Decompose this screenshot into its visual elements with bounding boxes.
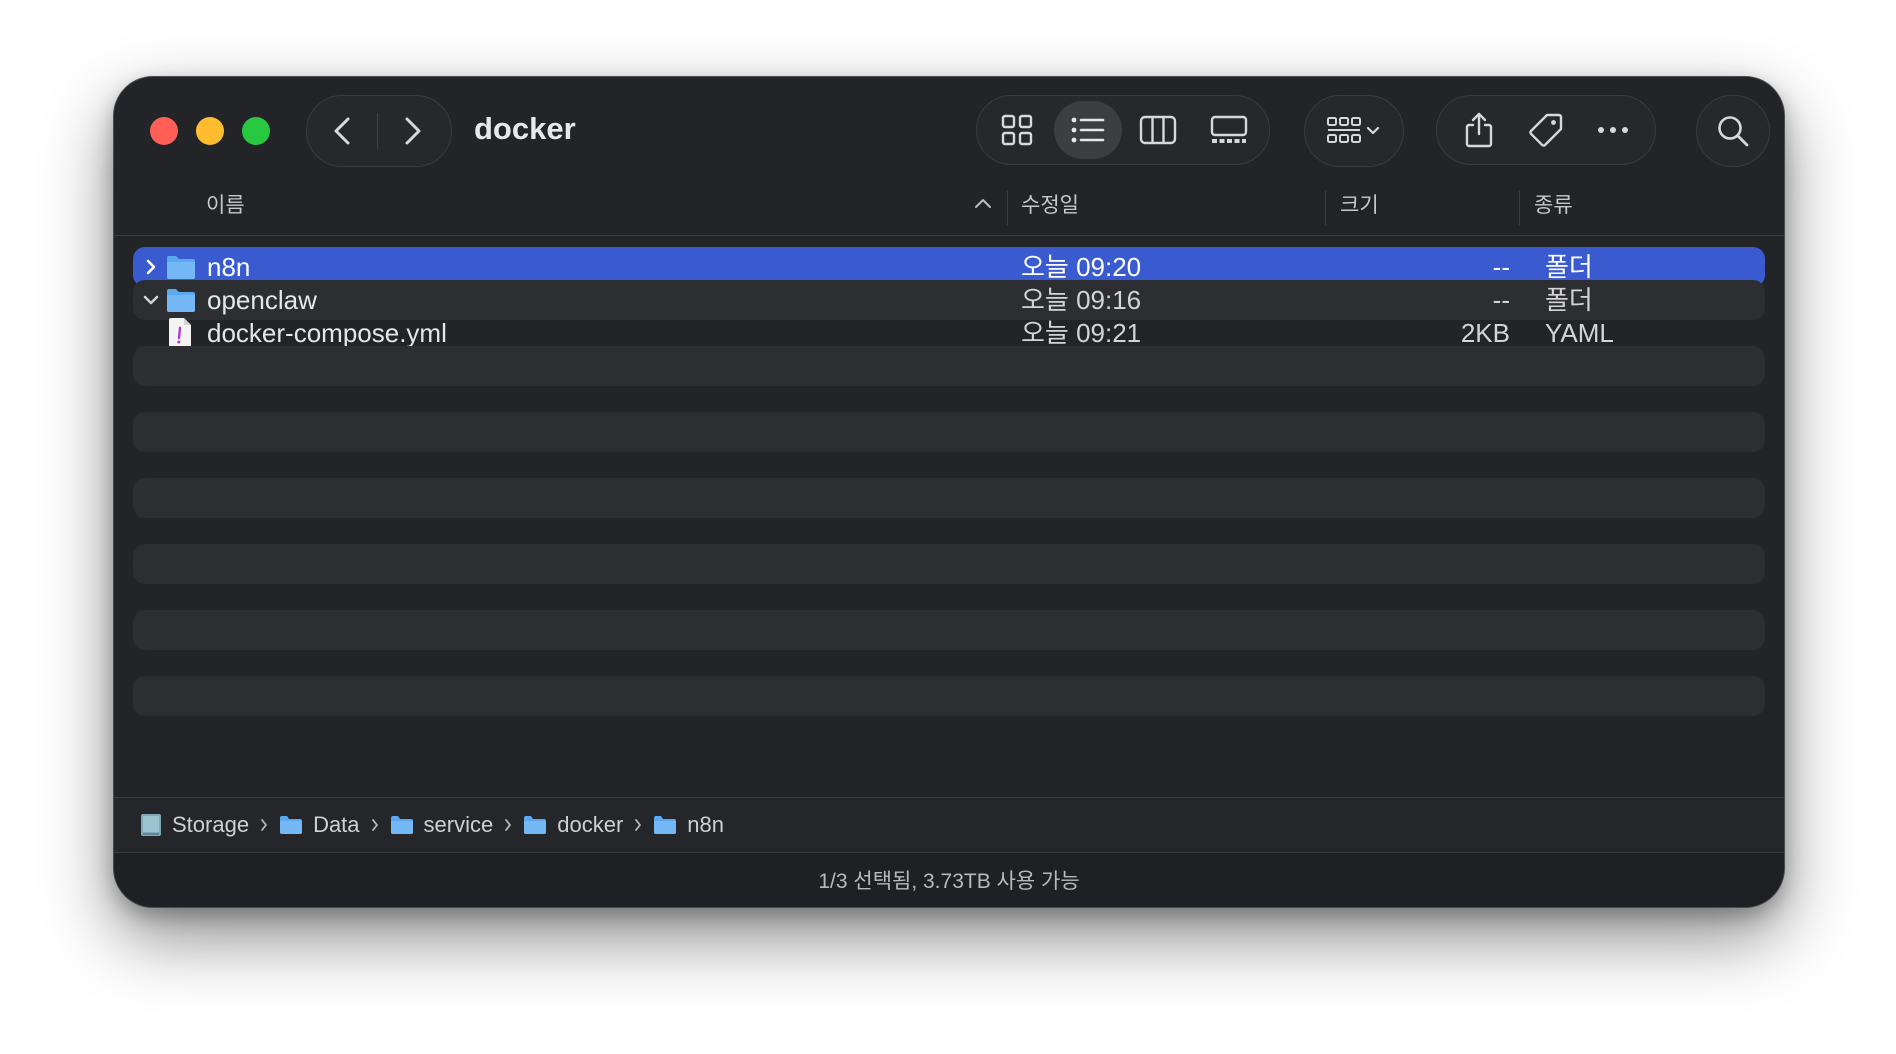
path-crumb-label: docker <box>557 812 624 837</box>
tag-button[interactable] <box>1516 101 1576 159</box>
forward-button[interactable] <box>378 96 448 166</box>
icon-view-button[interactable] <box>983 101 1051 159</box>
column-kind-header[interactable]: 종류 <box>1534 191 1573 221</box>
path-crumb-n8n[interactable]: n8n <box>653 812 724 838</box>
window-title: docker <box>474 111 576 146</box>
file-date: 오늘 09:20 <box>1021 252 1142 282</box>
list-icon <box>1071 116 1105 144</box>
file-kind: 폴더 <box>1545 285 1593 315</box>
empty-row <box>133 412 1765 452</box>
path-crumb-label: n8n <box>687 812 724 837</box>
empty-row <box>133 346 1765 386</box>
status-bar: 1/3 선택됨, 3.73TB 사용 가능 <box>114 853 1784 907</box>
file-date: 오늘 09:16 <box>1021 285 1142 315</box>
search-button[interactable] <box>1716 114 1750 148</box>
view-mode-group <box>976 95 1270 165</box>
group-icon <box>1326 115 1382 147</box>
path-crumb-storage[interactable]: Storage <box>140 812 249 838</box>
file-name: n8n <box>207 252 251 282</box>
search-group <box>1696 95 1770 167</box>
disclosure-expanded-icon[interactable] <box>139 288 163 312</box>
file-list: n8n 오늘 09:20 -- 폴더 openclaw 오늘 09:16 -- … <box>133 247 1765 867</box>
column-view-button[interactable] <box>1124 101 1192 159</box>
file-name: openclaw <box>207 285 317 315</box>
folder-icon <box>165 253 197 281</box>
empty-row <box>133 676 1765 716</box>
chevron-left-icon <box>333 116 351 146</box>
ellipsis-icon <box>1597 126 1629 134</box>
empty-row <box>133 610 1765 650</box>
column-size-header[interactable]: 크기 <box>1340 191 1379 221</box>
path-crumb-docker[interactable]: docker <box>523 812 623 838</box>
finder-window: docker 이름 수정일 크기 종류 n8n 오늘 09:20 -- 폴더 o… <box>113 76 1785 908</box>
path-crumb-service[interactable]: service <box>390 812 494 838</box>
path-crumb-label: Storage <box>172 812 250 837</box>
group-by-group <box>1304 95 1404 167</box>
folder-icon <box>165 286 197 314</box>
empty-row <box>133 544 1765 584</box>
drive-icon <box>140 813 162 837</box>
file-kind: 폴더 <box>1545 252 1593 282</box>
search-icon <box>1716 114 1750 148</box>
back-button[interactable] <box>307 96 377 166</box>
file-size: -- <box>1492 252 1510 282</box>
toolbar: docker <box>114 77 1784 177</box>
grid-icon <box>1001 114 1033 146</box>
navigation-group <box>306 95 452 167</box>
minimize-button[interactable] <box>196 117 224 145</box>
file-date: 오늘 09:21 <box>1021 318 1142 348</box>
column-name-header[interactable]: 이름 <box>206 191 245 221</box>
share-button[interactable] <box>1449 101 1509 159</box>
chevron-right-icon <box>504 818 512 832</box>
maximize-button[interactable] <box>242 117 270 145</box>
sort-ascending-icon <box>974 197 992 209</box>
file-name: docker-compose.yml <box>207 318 447 348</box>
chevron-right-icon <box>404 116 422 146</box>
path-crumb-label: Data <box>313 812 360 837</box>
path-crumb-data[interactable]: Data <box>279 812 360 838</box>
yaml-file-icon <box>167 317 193 349</box>
folder-icon <box>653 815 677 835</box>
list-view-button[interactable] <box>1053 101 1122 159</box>
path-crumb-label: service <box>423 812 494 837</box>
column-divider[interactable] <box>1007 191 1008 225</box>
disclosure-collapsed-icon[interactable] <box>139 255 163 279</box>
gallery-icon <box>1210 115 1248 145</box>
column-date-header[interactable]: 수정일 <box>1021 191 1079 221</box>
column-divider[interactable] <box>1519 191 1520 225</box>
file-kind: YAML <box>1545 318 1614 348</box>
gallery-view-button[interactable] <box>1195 101 1263 159</box>
column-header: 이름 수정일 크기 종류 <box>114 177 1784 236</box>
tag-icon <box>1528 112 1564 148</box>
file-size: 2KB <box>1460 318 1510 348</box>
chevron-right-icon <box>260 818 268 832</box>
file-size: -- <box>1492 285 1510 315</box>
folder-icon <box>523 815 547 835</box>
path-bar: Storage Data service docker n8n <box>114 797 1784 853</box>
chevron-right-icon <box>371 818 379 832</box>
status-text: 1/3 선택됨, 3.73TB 사용 가능 <box>818 870 1080 893</box>
folder-icon <box>279 815 303 835</box>
close-button[interactable] <box>150 117 178 145</box>
chevron-right-icon <box>634 818 642 832</box>
folder-icon <box>390 815 414 835</box>
column-divider[interactable] <box>1325 191 1326 225</box>
actions-group <box>1436 95 1656 165</box>
empty-row <box>133 478 1765 518</box>
group-by-button[interactable] <box>1314 102 1394 160</box>
more-button[interactable] <box>1583 101 1643 159</box>
share-icon <box>1464 111 1494 149</box>
columns-icon <box>1139 115 1177 145</box>
